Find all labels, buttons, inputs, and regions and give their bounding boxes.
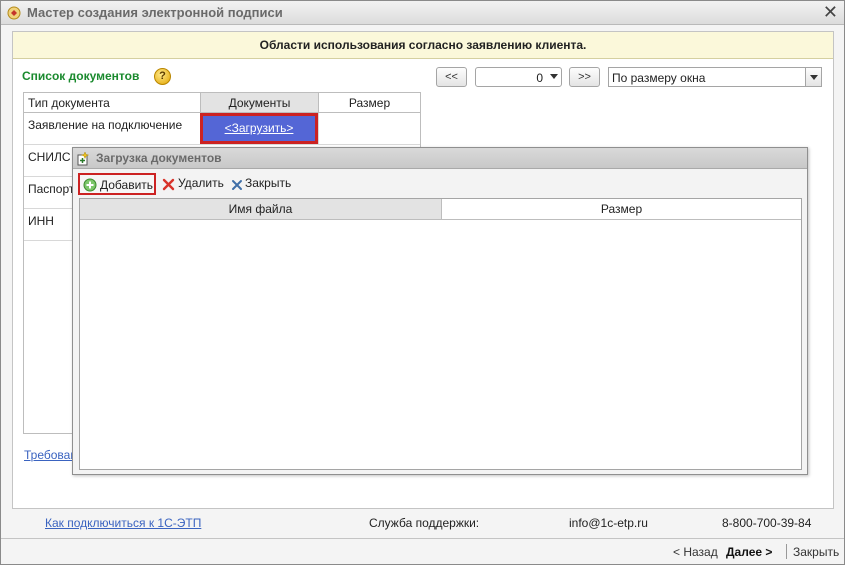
add-file-button[interactable]: Добавить bbox=[78, 173, 156, 195]
upload-documents-dialog: Загрузка документов Добавить Удалить Зак… bbox=[72, 147, 808, 475]
close-wizard-button[interactable]: Закрыть bbox=[793, 545, 839, 559]
column-header-size[interactable]: Размер bbox=[318, 93, 420, 113]
row-divider bbox=[24, 144, 420, 145]
how-to-connect-link[interactable]: Как подключиться к 1С-ЭТП bbox=[45, 516, 201, 530]
upload-link[interactable]: <Загрузить> bbox=[225, 121, 294, 135]
files-table: Имя файла Размер bbox=[79, 198, 802, 470]
support-phone: 8-800-700-39-84 bbox=[722, 516, 812, 530]
column-divider bbox=[318, 113, 319, 145]
back-button[interactable]: < Назад bbox=[673, 545, 718, 559]
close-dialog-label: Закрыть bbox=[245, 176, 292, 190]
upload-document-icon bbox=[76, 151, 91, 166]
support-label: Служба поддержки: bbox=[369, 516, 480, 530]
delete-file-button[interactable]: Удалить bbox=[160, 173, 224, 195]
add-icon bbox=[83, 178, 97, 192]
add-file-label: Добавить bbox=[100, 178, 154, 192]
dialog-toolbar: Добавить Удалить Закрыть bbox=[73, 170, 807, 198]
table-row-label[interactable]: Паспорт bbox=[28, 182, 74, 196]
column-header-file-size[interactable]: Размер bbox=[441, 199, 801, 220]
chevron-down-icon bbox=[810, 75, 818, 80]
next-page-button[interactable]: >> bbox=[569, 67, 600, 87]
help-icon[interactable]: ? bbox=[154, 68, 171, 85]
app-icon bbox=[7, 6, 21, 20]
title-bar: Мастер создания электронной подписи ✕ bbox=[1, 1, 844, 25]
upload-document-cell[interactable]: <Загрузить> bbox=[200, 113, 318, 144]
column-header-doc-type[interactable]: Тип документа bbox=[24, 93, 200, 113]
close-dialog-button[interactable]: Закрыть bbox=[229, 173, 291, 195]
page-number-value: 0 bbox=[536, 71, 543, 85]
wizard-navigation-bar: < Назад Далее > Закрыть bbox=[1, 538, 844, 564]
chevron-down-icon[interactable] bbox=[550, 74, 558, 79]
table-row-label[interactable]: Заявление на подключение bbox=[28, 118, 182, 132]
prev-page-button[interactable]: << bbox=[436, 67, 467, 87]
window-title: Мастер создания электронной подписи bbox=[27, 5, 283, 20]
support-email: info@1c-etp.ru bbox=[569, 516, 648, 530]
close-icon[interactable]: ✕ bbox=[823, 2, 838, 22]
zoom-dropdown-button[interactable] bbox=[805, 68, 821, 86]
delete-file-label: Удалить bbox=[178, 176, 224, 190]
page-number-field[interactable]: 0 bbox=[475, 67, 562, 87]
dialog-title: Загрузка документов bbox=[96, 151, 222, 165]
next-button[interactable]: Далее > bbox=[726, 545, 772, 559]
documents-section-label: Список документов bbox=[22, 69, 140, 83]
dialog-title-bar: Загрузка документов bbox=[73, 148, 807, 169]
nav-separator bbox=[786, 544, 787, 559]
close-icon bbox=[231, 177, 245, 191]
column-header-file-name[interactable]: Имя файла bbox=[80, 199, 441, 220]
delete-icon bbox=[162, 177, 176, 191]
usage-banner: Области использования согласно заявлению… bbox=[13, 32, 833, 59]
wizard-window: Мастер создания электронной подписи ✕ Об… bbox=[0, 0, 845, 565]
table-row-label[interactable]: ИНН bbox=[28, 214, 54, 228]
column-header-documents[interactable]: Документы bbox=[200, 93, 318, 113]
zoom-select-value: По размеру окна bbox=[612, 71, 706, 85]
zoom-select[interactable]: По размеру окна bbox=[608, 67, 822, 87]
requirements-link[interactable]: Требован bbox=[24, 448, 77, 462]
table-row-label[interactable]: СНИЛС bbox=[28, 150, 71, 164]
